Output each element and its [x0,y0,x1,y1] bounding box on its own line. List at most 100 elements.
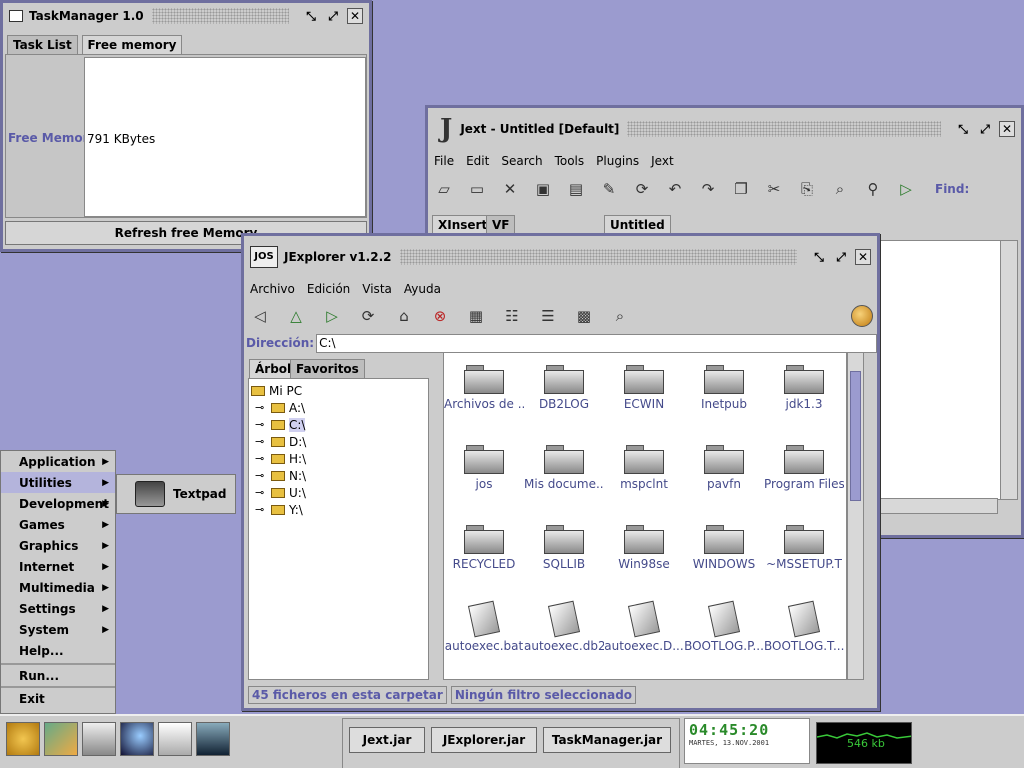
file-item[interactable]: jos [444,443,524,523]
jos-icon[interactable] [6,722,40,756]
tab-task-list[interactable]: Task List [7,35,78,54]
tree-item[interactable]: ⊸ Y:\ [251,501,426,518]
jexplorer-window[interactable]: JOS JExplorer v1.2.2 ⤡ ⤢ ✕ Archivo Edici… [241,233,880,711]
start-menu-item[interactable]: Internet ▶ [1,556,115,577]
earth-icon[interactable] [120,722,154,756]
run-item[interactable]: Run... [1,665,115,686]
undo-icon[interactable]: ↶ [665,179,685,199]
file-item[interactable]: Mis docume... [524,443,604,523]
start-menu-item[interactable]: Settings ▶ [1,598,115,619]
paint-icon[interactable] [44,722,78,756]
new-file-icon[interactable]: ▱ [434,179,454,199]
tree-item[interactable]: ⊸ H:\ [251,450,426,467]
task-jexplorer[interactable]: JExplorer.jar [431,727,537,753]
expand-key-icon[interactable]: ⊸ [255,503,269,516]
close-file-icon[interactable]: ✕ [500,179,520,199]
menu-edicion[interactable]: Edición [307,282,350,296]
file-item[interactable]: ~MSSETUP.T [764,523,844,603]
close-icon[interactable]: ✕ [347,8,363,24]
expand-key-icon[interactable]: ⊸ [255,401,269,414]
file-item[interactable]: BOOTLOG.T... [764,600,844,683]
file-vscrollbar[interactable] [847,352,864,680]
menu-ayuda[interactable]: Ayuda [404,282,441,296]
file-item[interactable]: BOOTLOG.P... [684,600,764,683]
stop-icon[interactable]: ⊗ [430,306,450,326]
scrollbar-thumb[interactable] [850,371,861,501]
find-replace-icon[interactable]: ⚲ [863,179,883,199]
tree-item[interactable]: ⊸ A:\ [251,399,426,416]
tab-untitled[interactable]: Untitled [604,215,671,234]
start-menu-item[interactable]: Development ▶ [1,493,115,514]
expand-key-icon[interactable]: ⊸ [255,469,269,482]
close-icon[interactable]: ✕ [999,121,1015,137]
expand-key-icon[interactable]: ⊸ [255,435,269,448]
jos-folder-icon[interactable] [82,722,116,756]
tree-item[interactable]: ⊸ U:\ [251,484,426,501]
save-as-icon[interactable]: ✎ [599,179,619,199]
file-item[interactable]: Win98se [604,523,684,603]
expand-key-icon[interactable]: ⊸ [255,418,269,431]
file-item[interactable]: mspclnt [604,443,684,523]
globe-icon[interactable] [851,305,873,327]
home-icon[interactable]: ⌂ [394,306,414,326]
orca-icon[interactable] [196,722,230,756]
file-item[interactable]: RECYCLED [444,523,524,603]
start-menu-item[interactable]: Help... [1,640,115,661]
cut-icon[interactable]: ✂ [764,179,784,199]
exit-item[interactable]: Exit [1,688,115,709]
maximize-icon[interactable]: ⤢ [325,8,341,24]
menu-vista[interactable]: Vista [362,282,392,296]
start-menu-item[interactable]: Graphics ▶ [1,535,115,556]
tab-free-memory[interactable]: Free memory [81,35,183,54]
tree-item[interactable]: ⊸ C:\ [251,416,426,433]
minimize-icon[interactable]: ⤡ [955,121,971,137]
file-item[interactable]: ECWIN [604,363,684,443]
refresh-icon[interactable]: ⟳ [358,306,378,326]
minimize-icon[interactable]: ⤡ [811,249,827,265]
jext-vscrollbar[interactable] [1000,240,1018,500]
start-menu-item[interactable]: Multimedia ▶ [1,577,115,598]
task-jext[interactable]: Jext.jar [349,727,425,753]
expand-key-icon[interactable]: ⊸ [255,486,269,499]
start-menu-item[interactable]: Utilities ▶ [1,472,115,493]
start-menu-item[interactable]: Application ▶ [1,451,115,472]
save-all-icon[interactable]: ▤ [566,179,586,199]
list-view-icon[interactable]: ☰ [538,306,558,326]
tab-favoritos[interactable]: Favoritos [290,359,365,378]
run-icon[interactable]: ▷ [896,179,916,199]
close-icon[interactable]: ✕ [855,249,871,265]
menu-file[interactable]: File [434,154,454,168]
large-icons-icon[interactable]: ▦ [466,306,486,326]
tab-xinsert[interactable]: XInsert [432,215,494,234]
start-menu-item[interactable]: System ▶ [1,619,115,640]
task-taskmanager[interactable]: TaskManager.jar [543,727,671,753]
jext-titlebar[interactable]: J Jext - Untitled [Default] ⤡ ⤢ ✕ [428,108,1021,150]
minimize-icon[interactable]: ⤡ [303,8,319,24]
copy-icon[interactable]: ❐ [731,179,751,199]
tree-root[interactable]: Mi PC [251,382,426,399]
file-item[interactable]: autoexec.db2 [524,600,604,683]
jexplorer-titlebar[interactable]: JOS JExplorer v1.2.2 ⤡ ⤢ ✕ [244,236,877,278]
file-item[interactable]: Inetpub [684,363,764,443]
file-item[interactable]: WINDOWS [684,523,764,603]
redo-icon[interactable]: ↷ [698,179,718,199]
file-item[interactable]: jdk1.3 [764,363,844,443]
tree-item[interactable]: ⊸ D:\ [251,433,426,450]
menu-plugins[interactable]: Plugins [596,154,639,168]
back-icon[interactable]: ◁ [250,306,270,326]
maximize-icon[interactable]: ⤢ [833,249,849,265]
file-item[interactable]: Archivos de ... [444,363,524,443]
small-icons-icon[interactable]: ☷ [502,306,522,326]
details-view-icon[interactable]: ▩ [574,306,594,326]
file-item[interactable]: Program Files [764,443,844,523]
file-item[interactable]: SQLLIB [524,523,604,603]
address-field[interactable]: C:\ [316,333,877,353]
menu-jext[interactable]: Jext [651,154,674,168]
maximize-icon[interactable]: ⤢ [977,121,993,137]
file-item[interactable]: autoexec.bat [444,600,524,683]
taskmanager-titlebar[interactable]: TaskManager 1.0 ⤡ ⤢ ✕ [3,3,369,29]
tree-item[interactable]: ⊸ N:\ [251,467,426,484]
file-item[interactable]: autoexec.D... [604,600,684,683]
reload-icon[interactable]: ⟳ [632,179,652,199]
paste-icon[interactable]: ⎘ [797,179,817,199]
